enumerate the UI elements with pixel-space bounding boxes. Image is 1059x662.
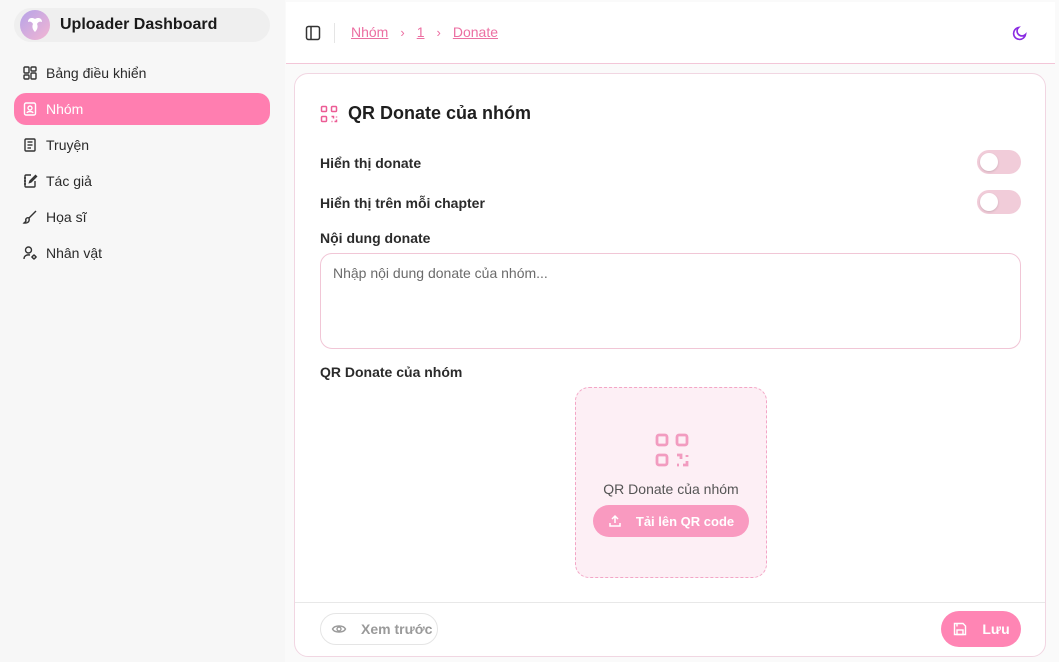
show-each-chapter-label: Hiển thị trên mỗi chapter — [320, 195, 485, 211]
sidebar-item-dashboard[interactable]: Bảng điều khiển — [14, 57, 270, 89]
app-title: Uploader Dashboard — [60, 16, 218, 33]
qr-code-icon — [654, 432, 690, 468]
chevron-right-icon: › — [436, 24, 441, 40]
upload-qr-button[interactable]: Tải lên QR code — [593, 505, 749, 537]
donate-content-label: Nội dung donate — [320, 230, 431, 246]
chevron-right-icon: › — [400, 24, 405, 40]
show-each-chapter-toggle[interactable] — [977, 190, 1021, 214]
qr-section-label: QR Donate của nhóm — [320, 364, 463, 380]
breadcrumb-link-donate[interactable]: Donate — [453, 24, 498, 40]
show-donate-toggle[interactable] — [977, 150, 1021, 174]
user-cog-icon — [22, 245, 38, 261]
notebook-pen-icon — [22, 173, 38, 189]
angel-logo-icon — [20, 10, 50, 40]
preview-button-label: Xem trước — [361, 621, 433, 637]
breadcrumb-link-id[interactable]: 1 — [417, 24, 425, 40]
donate-content-textarea[interactable] — [320, 253, 1021, 349]
sidebar-nav: Bảng điều khiển Nhóm Truyện Tác giả Họa … — [14, 57, 270, 273]
sidebar-item-label: Họa sĩ — [46, 209, 87, 225]
qr-upload-dropzone[interactable]: QR Donate của nhóm Tải lên QR code — [575, 387, 767, 578]
save-button-label: Lưu — [982, 621, 1010, 637]
sidebar-item-label: Nhân vật — [46, 245, 103, 261]
top-header: Nhóm › 1 › Donate — [286, 2, 1055, 64]
sidebar-item-artists[interactable]: Họa sĩ — [14, 201, 270, 233]
qr-code-icon — [320, 105, 338, 123]
dashboard-grid-icon — [22, 65, 38, 81]
brand[interactable]: Uploader Dashboard — [14, 8, 270, 42]
donate-card: QR Donate của nhóm Hiển thị donate Hiển … — [294, 73, 1046, 657]
toggle-knob — [980, 153, 998, 171]
toggle-knob — [980, 193, 998, 211]
contact-card-icon — [22, 101, 38, 117]
sidebar-item-characters[interactable]: Nhân vật — [14, 237, 270, 269]
upload-caption: QR Donate của nhóm — [603, 481, 739, 497]
sidebar-item-label: Bảng điều khiển — [46, 65, 147, 81]
show-donate-label: Hiển thị donate — [320, 155, 422, 171]
sidebar-item-label: Nhóm — [46, 101, 84, 117]
sidebar-toggle-icon[interactable] — [304, 24, 322, 42]
sidebar-item-group[interactable]: Nhóm — [14, 93, 270, 125]
card-title: QR Donate của nhóm — [320, 103, 531, 124]
save-button[interactable]: Lưu — [941, 611, 1021, 647]
upload-qr-button-label: Tải lên QR code — [635, 513, 735, 529]
sidebar-item-stories[interactable]: Truyện — [14, 129, 270, 161]
eye-icon — [331, 625, 347, 633]
sidebar-item-authors[interactable]: Tác giả — [14, 165, 270, 197]
moon-icon[interactable] — [1011, 24, 1029, 42]
sidebar-item-label: Tác giả — [46, 173, 92, 189]
breadcrumb: Nhóm › 1 › Donate — [351, 24, 498, 40]
save-icon — [954, 622, 967, 636]
book-icon — [22, 137, 38, 153]
card-title-text: QR Donate của nhóm — [348, 103, 532, 123]
sidebar: Uploader Dashboard Bảng điều khiển Nhóm … — [0, 0, 285, 662]
sidebar-item-label: Truyện — [46, 137, 90, 153]
breadcrumb-link-group[interactable]: Nhóm — [351, 24, 388, 40]
preview-button[interactable]: Xem trước — [320, 613, 438, 645]
header-divider — [334, 23, 335, 43]
brush-icon — [22, 209, 38, 225]
card-footer: Xem trước Lưu — [295, 602, 1045, 656]
upload-icon — [609, 514, 621, 527]
